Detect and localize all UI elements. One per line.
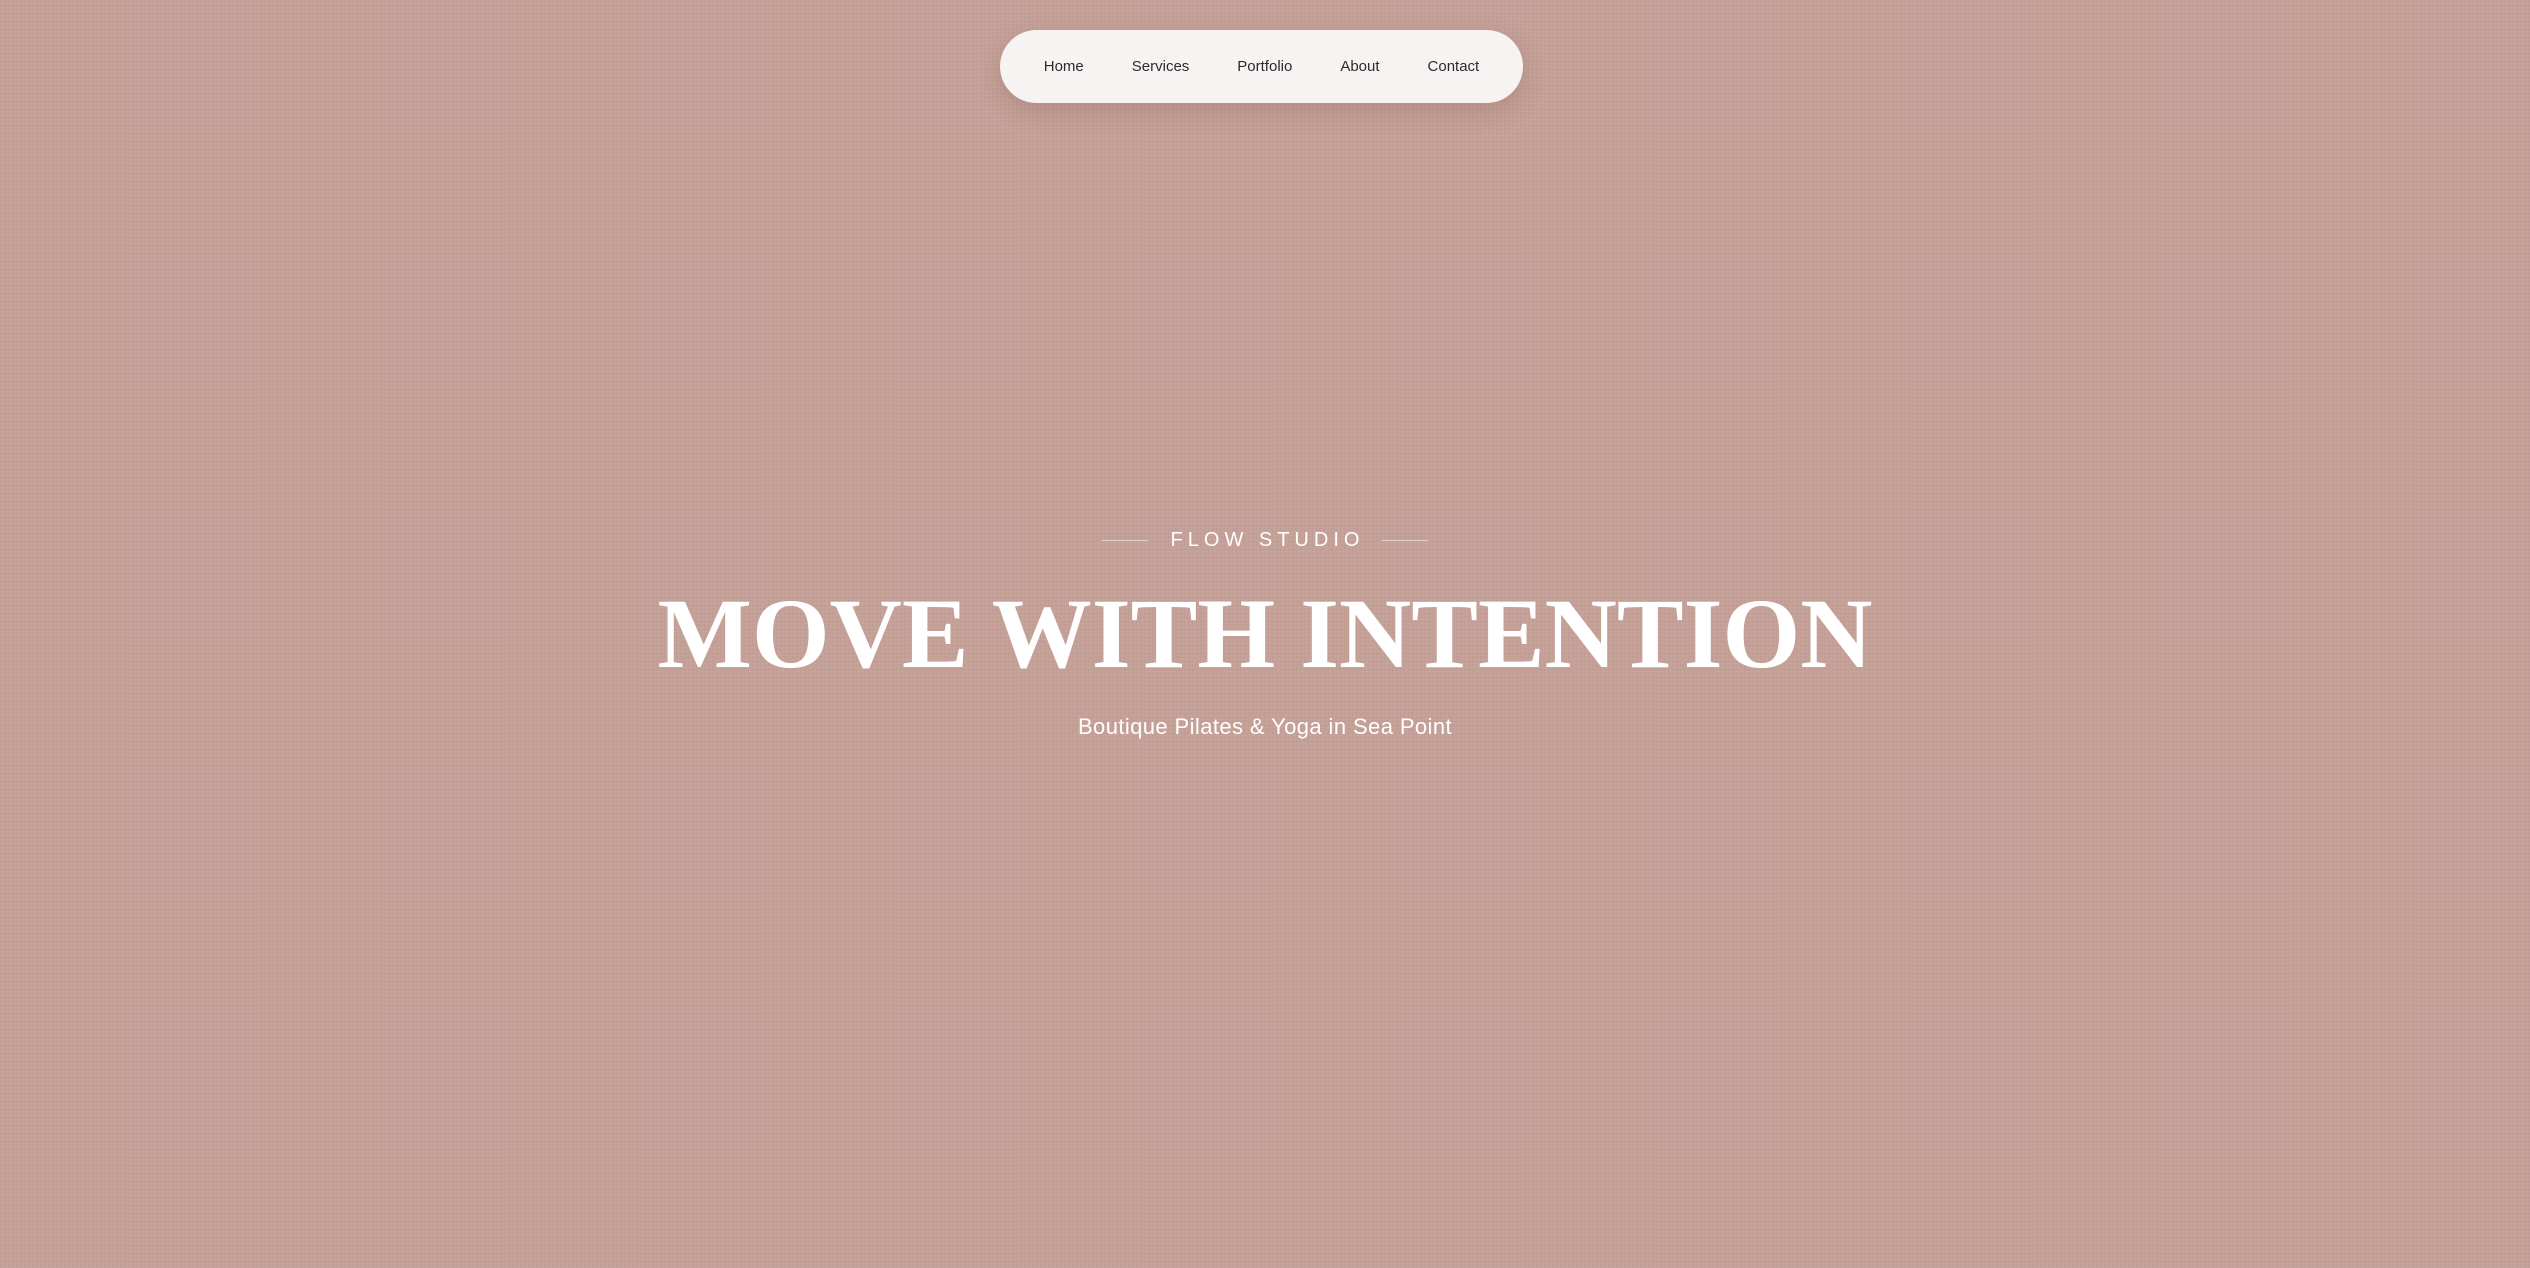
eyebrow-divider-left (1101, 539, 1148, 541)
studio-name: FLOW STUDIO (1170, 528, 1365, 551)
nav-link-about[interactable]: About (1340, 58, 1379, 75)
nav-link-services[interactable]: Services (1132, 58, 1190, 75)
main-navigation: Home Services Portfolio About Contact (1000, 30, 1523, 103)
nav-link-portfolio[interactable]: Portfolio (1237, 58, 1292, 75)
hero-section: FLOW STUDIO MOVE WITH INTENTION Boutique… (0, 520, 2530, 740)
hero-headline: MOVE WITH INTENTION (657, 578, 1873, 689)
eyebrow-divider-right (1382, 539, 1429, 541)
hero-subtitle: Boutique Pilates & Yoga in Sea Point (1077, 714, 1452, 739)
hero-eyebrow: FLOW STUDIO (0, 520, 2530, 560)
nav-link-home[interactable]: Home (1044, 58, 1084, 75)
nav-link-contact[interactable]: Contact (1428, 58, 1480, 75)
